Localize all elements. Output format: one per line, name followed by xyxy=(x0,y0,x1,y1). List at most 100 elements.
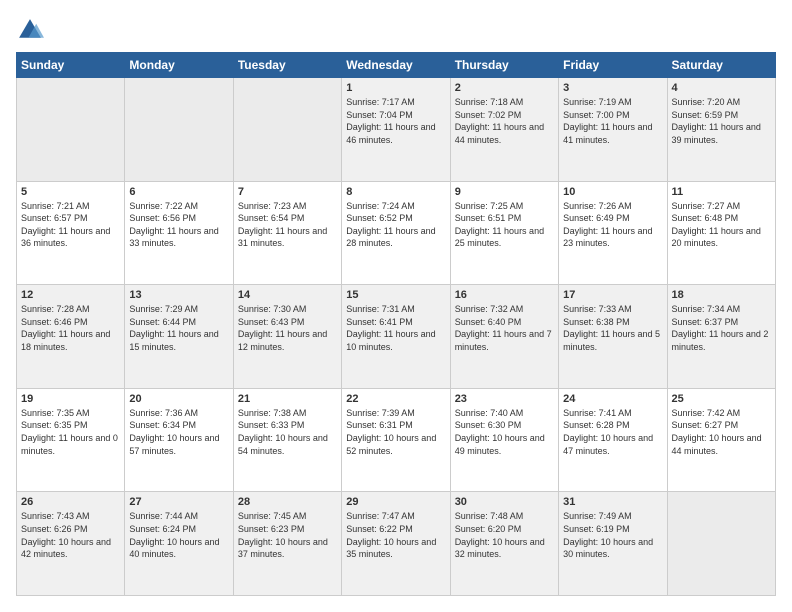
calendar-week-row: 12Sunrise: 7:28 AM Sunset: 6:46 PM Dayli… xyxy=(17,285,776,389)
day-number: 31 xyxy=(563,496,662,508)
day-number: 5 xyxy=(21,186,120,198)
calendar-day-cell: 22 Sunrise: 7:39 AM Sunset: 6:31 PM Dayli… xyxy=(342,388,450,492)
day-number: 15 xyxy=(346,289,445,301)
calendar-day-cell xyxy=(17,78,125,182)
calendar-body: 1 Sunrise: 7:17 AM Sunset: 7:04 PM Daylig… xyxy=(17,78,776,596)
day-number: 13 xyxy=(129,289,228,301)
calendar-day-cell: 10 Sunrise: 7:26 AM Sunset: 6:49 PM Dayli… xyxy=(559,181,667,285)
day-number: 18 xyxy=(672,289,771,301)
calendar-header-cell: Saturday xyxy=(667,53,775,78)
day-info: Sunrise: 7:38 AM Sunset: 6:33 PM Dayligh… xyxy=(238,407,337,457)
day-info: Sunrise: 7:34 AM Sunset: 6:37 PM Dayligh… xyxy=(672,303,771,353)
calendar-header-cell: Thursday xyxy=(450,53,558,78)
calendar-header-cell: Wednesday xyxy=(342,53,450,78)
day-info: Sunrise: 7:32 AM Sunset: 6:40 PM Dayligh… xyxy=(455,303,554,353)
day-info: Sunrise: 7:22 AM Sunset: 6:56 PM Dayligh… xyxy=(129,200,228,250)
calendar-day-cell: 1 Sunrise: 7:17 AM Sunset: 7:04 PM Daylig… xyxy=(342,78,450,182)
day-number: 4 xyxy=(672,82,771,94)
day-info: Sunrise: 7:47 AM Sunset: 6:22 PM Dayligh… xyxy=(346,510,445,560)
calendar-day-cell: 24Sunrise: 7:41 AM Sunset: 6:28 PM Dayli… xyxy=(559,388,667,492)
day-number: 11 xyxy=(672,186,771,198)
calendar-day-cell: 31 Sunrise: 7:49 AM Sunset: 6:19 PM Dayli… xyxy=(559,492,667,596)
calendar-header-cell: Tuesday xyxy=(233,53,341,78)
calendar-header: SundayMondayTuesdayWednesdayThursdayFrid… xyxy=(17,53,776,78)
calendar-day-cell: 3Sunrise: 7:19 AM Sunset: 7:00 PM Daylig… xyxy=(559,78,667,182)
day-number: 30 xyxy=(455,496,554,508)
calendar-week-row: 1 Sunrise: 7:17 AM Sunset: 7:04 PM Daylig… xyxy=(17,78,776,182)
calendar-day-cell: 15 Sunrise: 7:31 AM Sunset: 6:41 PM Dayli… xyxy=(342,285,450,389)
calendar-day-cell: 29 Sunrise: 7:47 AM Sunset: 6:22 PM Dayli… xyxy=(342,492,450,596)
day-number: 22 xyxy=(346,393,445,405)
header-row: SundayMondayTuesdayWednesdayThursdayFrid… xyxy=(17,53,776,78)
day-info: Sunrise: 7:26 AM Sunset: 6:49 PM Dayligh… xyxy=(563,200,662,250)
calendar-day-cell: 9Sunrise: 7:25 AM Sunset: 6:51 PM Daylig… xyxy=(450,181,558,285)
header xyxy=(16,16,776,44)
day-info: Sunrise: 7:48 AM Sunset: 6:20 PM Dayligh… xyxy=(455,510,554,560)
calendar-week-row: 19 Sunrise: 7:35 AM Sunset: 6:35 PM Dayli… xyxy=(17,388,776,492)
calendar-day-cell: 4 Sunrise: 7:20 AM Sunset: 6:59 PM Daylig… xyxy=(667,78,775,182)
logo xyxy=(16,16,48,44)
day-number: 25 xyxy=(672,393,771,405)
page: SundayMondayTuesdayWednesdayThursdayFrid… xyxy=(0,0,792,612)
day-number: 10 xyxy=(563,186,662,198)
day-info: Sunrise: 7:23 AM Sunset: 6:54 PM Dayligh… xyxy=(238,200,337,250)
day-number: 1 xyxy=(346,82,445,94)
day-info: Sunrise: 7:43 AM Sunset: 6:26 PM Dayligh… xyxy=(21,510,120,560)
calendar-day-cell: 13 Sunrise: 7:29 AM Sunset: 6:44 PM Dayli… xyxy=(125,285,233,389)
day-info: Sunrise: 7:41 AM Sunset: 6:28 PM Dayligh… xyxy=(563,407,662,457)
day-number: 19 xyxy=(21,393,120,405)
calendar-day-cell: 30 Sunrise: 7:48 AM Sunset: 6:20 PM Dayli… xyxy=(450,492,558,596)
calendar-day-cell: 11 Sunrise: 7:27 AM Sunset: 6:48 PM Dayli… xyxy=(667,181,775,285)
day-info: Sunrise: 7:29 AM Sunset: 6:44 PM Dayligh… xyxy=(129,303,228,353)
day-info: Sunrise: 7:39 AM Sunset: 6:31 PM Dayligh… xyxy=(346,407,445,457)
calendar-day-cell xyxy=(233,78,341,182)
day-number: 14 xyxy=(238,289,337,301)
calendar-day-cell: 25 Sunrise: 7:42 AM Sunset: 6:27 PM Dayli… xyxy=(667,388,775,492)
day-number: 28 xyxy=(238,496,337,508)
day-info: Sunrise: 7:25 AM Sunset: 6:51 PM Dayligh… xyxy=(455,200,554,250)
day-number: 7 xyxy=(238,186,337,198)
calendar-header-cell: Friday xyxy=(559,53,667,78)
day-number: 17 xyxy=(563,289,662,301)
calendar-day-cell: 7 Sunrise: 7:23 AM Sunset: 6:54 PM Daylig… xyxy=(233,181,341,285)
calendar-day-cell: 27Sunrise: 7:44 AM Sunset: 6:24 PM Dayli… xyxy=(125,492,233,596)
calendar-day-cell: 14 Sunrise: 7:30 AM Sunset: 6:43 PM Dayli… xyxy=(233,285,341,389)
day-info: Sunrise: 7:24 AM Sunset: 6:52 PM Dayligh… xyxy=(346,200,445,250)
calendar-day-cell: 18 Sunrise: 7:34 AM Sunset: 6:37 PM Dayli… xyxy=(667,285,775,389)
day-info: Sunrise: 7:33 AM Sunset: 6:38 PM Dayligh… xyxy=(563,303,662,353)
day-number: 20 xyxy=(129,393,228,405)
calendar-day-cell: 26Sunrise: 7:43 AM Sunset: 6:26 PM Dayli… xyxy=(17,492,125,596)
calendar-day-cell: 28 Sunrise: 7:45 AM Sunset: 6:23 PM Dayli… xyxy=(233,492,341,596)
day-info: Sunrise: 7:31 AM Sunset: 6:41 PM Dayligh… xyxy=(346,303,445,353)
day-info: Sunrise: 7:30 AM Sunset: 6:43 PM Dayligh… xyxy=(238,303,337,353)
day-info: Sunrise: 7:17 AM Sunset: 7:04 PM Dayligh… xyxy=(346,96,445,146)
day-info: Sunrise: 7:44 AM Sunset: 6:24 PM Dayligh… xyxy=(129,510,228,560)
calendar-header-cell: Sunday xyxy=(17,53,125,78)
calendar-header-cell: Monday xyxy=(125,53,233,78)
day-number: 8 xyxy=(346,186,445,198)
day-number: 21 xyxy=(238,393,337,405)
day-number: 16 xyxy=(455,289,554,301)
day-info: Sunrise: 7:49 AM Sunset: 6:19 PM Dayligh… xyxy=(563,510,662,560)
calendar-week-row: 26Sunrise: 7:43 AM Sunset: 6:26 PM Dayli… xyxy=(17,492,776,596)
calendar-day-cell: 20 Sunrise: 7:36 AM Sunset: 6:34 PM Dayli… xyxy=(125,388,233,492)
day-number: 23 xyxy=(455,393,554,405)
calendar-day-cell: 23Sunrise: 7:40 AM Sunset: 6:30 PM Dayli… xyxy=(450,388,558,492)
day-number: 6 xyxy=(129,186,228,198)
day-info: Sunrise: 7:45 AM Sunset: 6:23 PM Dayligh… xyxy=(238,510,337,560)
day-info: Sunrise: 7:35 AM Sunset: 6:35 PM Dayligh… xyxy=(21,407,120,457)
calendar-day-cell xyxy=(667,492,775,596)
logo-icon xyxy=(16,16,44,44)
calendar-week-row: 5Sunrise: 7:21 AM Sunset: 6:57 PM Daylig… xyxy=(17,181,776,285)
calendar-day-cell: 2Sunrise: 7:18 AM Sunset: 7:02 PM Daylig… xyxy=(450,78,558,182)
day-info: Sunrise: 7:27 AM Sunset: 6:48 PM Dayligh… xyxy=(672,200,771,250)
day-info: Sunrise: 7:36 AM Sunset: 6:34 PM Dayligh… xyxy=(129,407,228,457)
day-info: Sunrise: 7:42 AM Sunset: 6:27 PM Dayligh… xyxy=(672,407,771,457)
day-number: 29 xyxy=(346,496,445,508)
calendar-day-cell: 21 Sunrise: 7:38 AM Sunset: 6:33 PM Dayli… xyxy=(233,388,341,492)
day-info: Sunrise: 7:18 AM Sunset: 7:02 PM Dayligh… xyxy=(455,96,554,146)
day-info: Sunrise: 7:20 AM Sunset: 6:59 PM Dayligh… xyxy=(672,96,771,146)
calendar-table: SundayMondayTuesdayWednesdayThursdayFrid… xyxy=(16,52,776,596)
day-number: 12 xyxy=(21,289,120,301)
calendar-day-cell: 8 Sunrise: 7:24 AM Sunset: 6:52 PM Daylig… xyxy=(342,181,450,285)
